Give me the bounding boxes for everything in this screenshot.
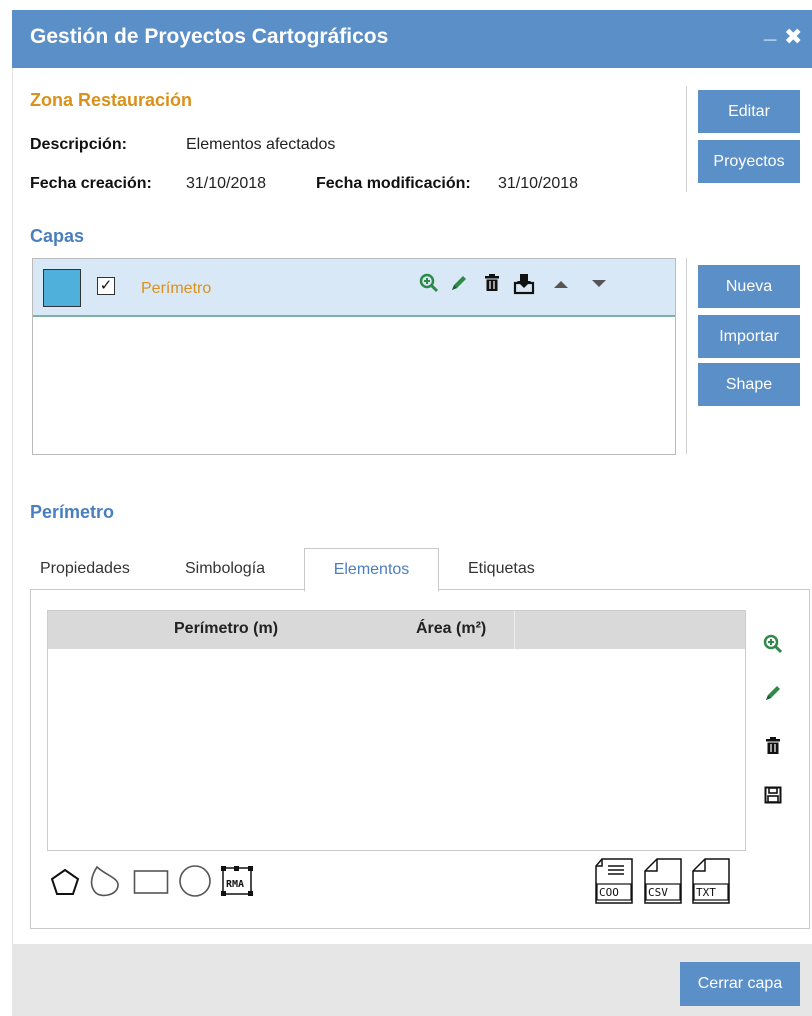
import-layer-button[interactable]: Importar bbox=[698, 315, 800, 358]
import-rma-tool-icon[interactable]: RMA bbox=[217, 860, 257, 900]
modified-date-value: 31/10/2018 bbox=[498, 175, 579, 192]
layers-section-title: Capas bbox=[30, 226, 85, 246]
description-value: Elementos afectados bbox=[186, 136, 336, 153]
zoom-in-icon[interactable] bbox=[763, 634, 783, 654]
project-name: Zona Restauración bbox=[30, 90, 193, 110]
column-separator bbox=[514, 611, 515, 649]
close-layer-button[interactable]: Cerrar capa bbox=[680, 962, 800, 1006]
move-up-icon[interactable] bbox=[553, 279, 569, 289]
elements-table: Perímetro (m) Área (m²) bbox=[47, 610, 746, 851]
dialog-footer: Cerrar capa bbox=[12, 944, 812, 1016]
zoom-in-icon[interactable] bbox=[419, 273, 439, 293]
created-date-label: Fecha creación: bbox=[30, 175, 152, 192]
new-layer-button[interactable]: Nueva bbox=[698, 265, 800, 308]
freehand-polygon-tool-icon[interactable] bbox=[87, 864, 121, 898]
tab-labels[interactable]: Etiquetas bbox=[468, 548, 535, 590]
rectangle-tool-icon[interactable] bbox=[133, 869, 169, 895]
export-txt-label: TXT bbox=[696, 886, 716, 899]
trash-icon[interactable] bbox=[764, 736, 782, 756]
layer-visibility-checkbox[interactable]: ✓ bbox=[97, 277, 115, 295]
layer-row[interactable]: ✓ Perímetro bbox=[33, 259, 675, 317]
column-header-area[interactable]: Área (m²) bbox=[416, 620, 486, 638]
table-header: Perímetro (m) Área (m²) bbox=[48, 611, 745, 649]
shape-button[interactable]: Shape bbox=[698, 363, 800, 406]
modified-date-label: Fecha modificación: bbox=[316, 175, 471, 192]
pencil-icon[interactable] bbox=[763, 683, 783, 703]
tab-elements[interactable]: Elementos bbox=[304, 548, 439, 592]
polygon-tool-icon[interactable] bbox=[49, 866, 81, 898]
elements-panel: Perímetro (m) Área (m²) RMA COO CSV TXT bbox=[30, 589, 810, 929]
layers-list: ✓ Perímetro bbox=[32, 258, 676, 455]
trash-icon[interactable] bbox=[483, 273, 501, 293]
close-icon[interactable]: ✖ bbox=[784, 24, 802, 50]
window-titlebar: Gestión de Proyectos Cartográficos _ ✖ bbox=[12, 10, 812, 68]
window-title: Gestión de Proyectos Cartográficos bbox=[30, 25, 389, 48]
minimize-icon[interactable]: _ bbox=[764, 18, 776, 44]
export-csv-label: CSV bbox=[648, 886, 668, 899]
column-header-perimeter[interactable]: Perímetro (m) bbox=[174, 620, 278, 638]
circle-tool-icon[interactable] bbox=[178, 864, 212, 898]
export-coo-icon[interactable]: COO bbox=[594, 858, 634, 904]
projects-button[interactable]: Proyectos bbox=[698, 140, 800, 183]
layer-color-swatch[interactable] bbox=[43, 269, 81, 307]
description-label: Descripción: bbox=[30, 136, 127, 153]
save-icon[interactable] bbox=[764, 786, 782, 804]
layer-name: Perímetro bbox=[141, 280, 212, 297]
layer-detail-title: Perímetro bbox=[30, 502, 115, 522]
tab-symbology[interactable]: Simbología bbox=[185, 548, 265, 590]
divider bbox=[686, 86, 687, 192]
export-txt-icon[interactable]: TXT bbox=[691, 858, 731, 904]
export-coo-label: COO bbox=[599, 886, 619, 899]
save-layer-icon[interactable] bbox=[513, 273, 535, 295]
tab-properties[interactable]: Propiedades bbox=[40, 548, 130, 590]
created-date-value: 31/10/2018 bbox=[186, 175, 267, 192]
move-down-icon[interactable] bbox=[591, 279, 607, 289]
export-csv-icon[interactable]: CSV bbox=[643, 858, 683, 904]
divider bbox=[686, 258, 687, 454]
rma-label: RMA bbox=[226, 879, 245, 890]
edit-project-button[interactable]: Editar bbox=[698, 90, 800, 133]
pencil-icon[interactable] bbox=[449, 273, 469, 293]
